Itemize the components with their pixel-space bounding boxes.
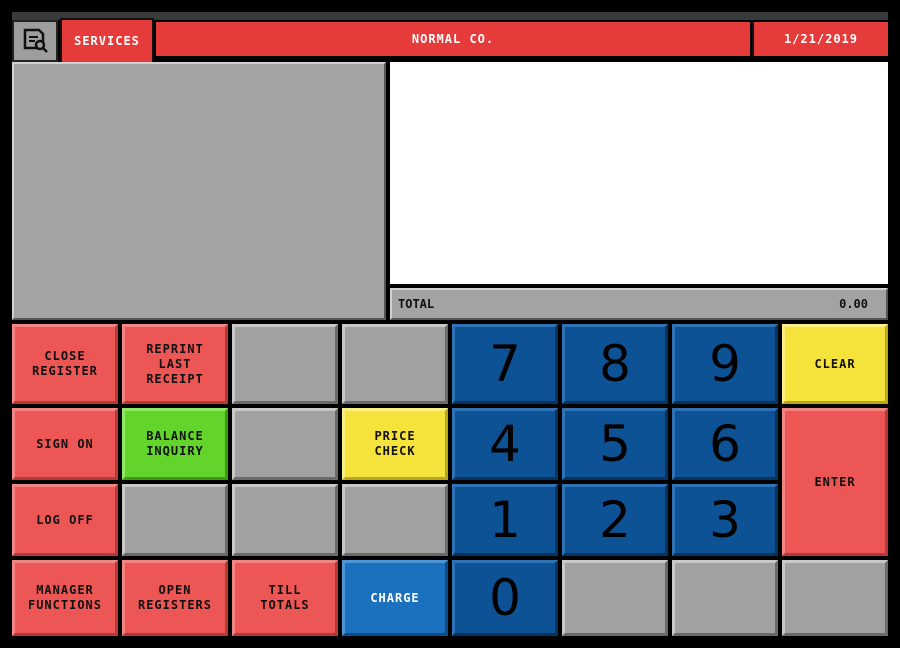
company-name: NORMAL CO. <box>156 22 750 56</box>
keypad-2-button[interactable]: 2 <box>562 484 668 556</box>
price-check-button[interactable]: PRICE CHECK <box>342 408 448 480</box>
empty-button[interactable] <box>232 408 338 480</box>
keypad-0-button[interactable]: 0 <box>452 560 558 636</box>
close-register-button[interactable]: CLOSE REGISTER <box>12 324 118 404</box>
sign-on-button[interactable]: SIGN ON <box>12 408 118 480</box>
keypad-5-button[interactable]: 5 <box>562 408 668 480</box>
keypad-1-button[interactable]: 1 <box>452 484 558 556</box>
total-label: TOTAL <box>398 297 435 311</box>
log-off-button[interactable]: LOG OFF <box>12 484 118 556</box>
empty-button[interactable] <box>782 560 888 636</box>
balance-inquiry-button[interactable]: BALANCE INQUIRY <box>122 408 228 480</box>
manager-functions-button[interactable]: MANAGER FUNCTIONS <box>12 560 118 636</box>
keypad-6-button[interactable]: 6 <box>672 408 778 480</box>
empty-button[interactable] <box>672 560 778 636</box>
empty-button[interactable] <box>342 484 448 556</box>
charge-button[interactable]: CHARGE <box>342 560 448 636</box>
empty-button[interactable] <box>562 560 668 636</box>
keypad-3-button[interactable]: 3 <box>672 484 778 556</box>
keypad-8-button[interactable]: 8 <box>562 324 668 404</box>
empty-button[interactable] <box>232 484 338 556</box>
clear-button[interactable]: CLEAR <box>782 324 888 404</box>
receipt-display <box>390 62 888 284</box>
empty-button[interactable] <box>122 484 228 556</box>
item-image-panel <box>12 62 386 320</box>
total-bar: TOTAL 0.00 <box>390 288 888 320</box>
till-totals-button[interactable]: TILL TOTALS <box>232 560 338 636</box>
keypad-7-button[interactable]: 7 <box>452 324 558 404</box>
menu-icon-button[interactable] <box>12 20 58 62</box>
reprint-last-receipt-button[interactable]: REPRINT LAST RECEIPT <box>122 324 228 404</box>
services-tab[interactable]: SERVICES <box>60 18 154 64</box>
keypad-9-button[interactable]: 9 <box>672 324 778 404</box>
receipt-search-icon <box>23 28 48 53</box>
open-registers-button[interactable]: OPEN REGISTERS <box>122 560 228 636</box>
keypad-4-button[interactable]: 4 <box>452 408 558 480</box>
date-display: 1/21/2019 <box>752 22 888 56</box>
empty-button[interactable] <box>232 324 338 404</box>
empty-button[interactable] <box>342 324 448 404</box>
total-amount: 0.00 <box>839 297 868 311</box>
enter-button[interactable]: ENTER <box>782 408 888 556</box>
